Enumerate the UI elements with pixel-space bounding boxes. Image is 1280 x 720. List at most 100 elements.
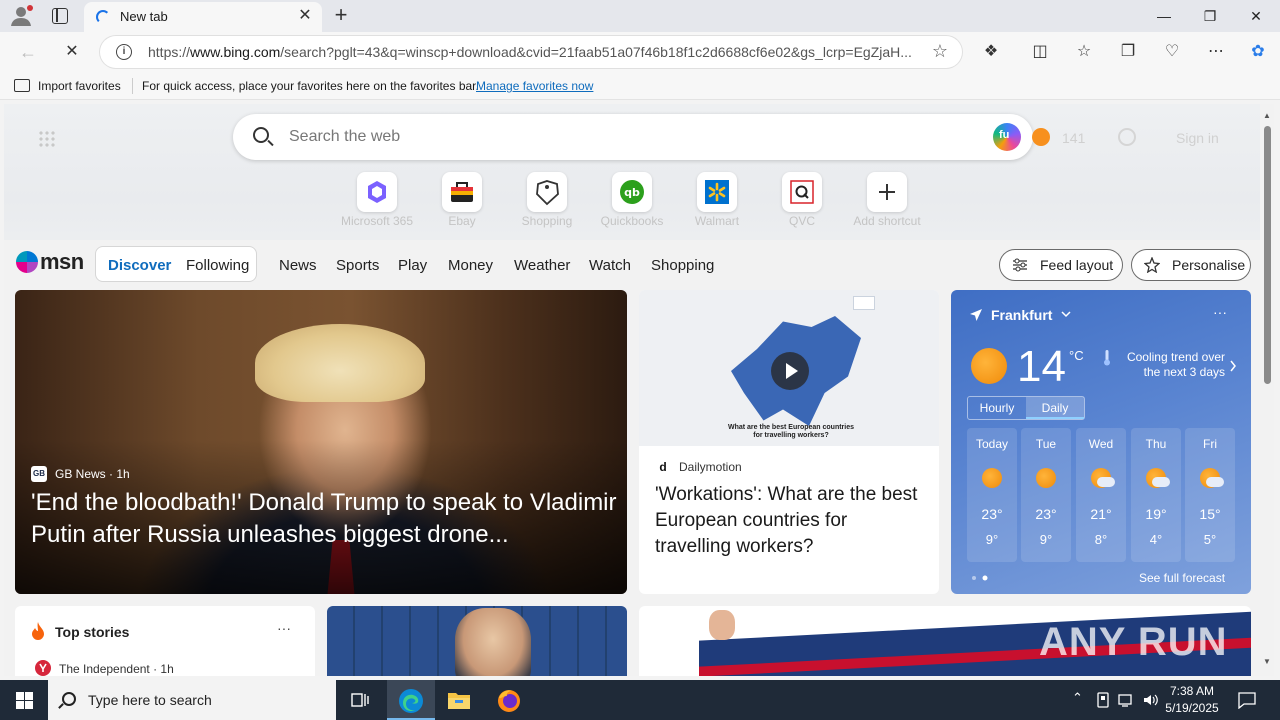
copilot-icon[interactable]: ✿ [1246,41,1270,63]
copilot-search-icon[interactable] [993,123,1021,151]
forecast-day[interactable]: Today 23° 9° [967,428,1017,562]
address-url[interactable]: https://www.bing.com/search?pglt=43&q=wi… [148,44,918,60]
close-window-button[interactable]: ✕ [1233,0,1279,32]
chevron-right-icon[interactable] [1229,360,1237,372]
show-hidden-icons-chevron-icon[interactable]: ⌃ [1072,690,1083,706]
play-icon[interactable] [771,352,809,390]
tab-actions-icon[interactable] [52,8,68,24]
temperature-unit[interactable]: °C [1069,348,1084,363]
start-button[interactable] [0,680,48,720]
taskbar-file-explorer-button[interactable] [435,680,483,720]
tab-discover[interactable]: Discover [108,257,171,274]
network-icon[interactable] [1118,692,1134,708]
shortcut-qvc[interactable]: QVC [762,172,842,238]
tab-new-tab[interactable]: New tab ✕ [84,2,322,32]
weather-card[interactable]: Frankfurt ··· 14 °C Cooling trend over t… [951,290,1251,594]
weather-location[interactable]: Frankfurt [991,307,1052,323]
stop-loading-button[interactable]: ✕ [58,38,86,66]
favorites-divider [132,78,133,94]
favorite-star-icon[interactable]: ☆ [932,41,948,62]
video-story-card[interactable]: What are the best European countries for… [639,290,939,594]
extensions-icon[interactable]: ❖ [979,41,1003,63]
manage-favorites-link[interactable]: Manage favorites now [476,79,593,93]
tab-daily[interactable]: Daily [1026,397,1084,419]
search-input[interactable]: Search the web [289,128,400,146]
taskbar-firefox-button[interactable] [485,680,533,720]
shortcut-quickbooks[interactable]: qb Quickbooks [592,172,672,238]
web-search-box[interactable]: Search the web [233,114,1033,160]
lead-story-card[interactable]: GB GB News · 1h 'End the bloodbath!' Don… [15,290,627,594]
settings-more-icon[interactable]: ⋯ [1204,41,1228,63]
day-low: 9° [1039,532,1053,547]
url-path: /search?pglt=43&q=winscp+download&cvid=2… [280,44,912,60]
rewards-points[interactable]: 141 [1062,130,1085,146]
task-view-button[interactable] [336,680,384,720]
minimize-button[interactable]: — [1141,0,1187,32]
collections-icon[interactable]: ❐ [1116,41,1140,63]
apps-launcher-icon[interactable] [38,130,56,148]
story-source[interactable]: The Independent · 1h [59,662,174,676]
see-full-forecast-link[interactable]: See full forecast [1139,571,1225,585]
back-button[interactable]: ← [14,38,42,66]
tab-close-button[interactable]: ✕ [296,7,314,25]
scroll-up-arrow-icon[interactable]: ▲ [1261,110,1273,122]
search-icon [62,692,76,706]
flag-story-card[interactable]: ANY RUN [639,606,1251,676]
split-screen-icon[interactable]: ◫ [1028,41,1052,63]
nav-link-news[interactable]: News [279,257,317,274]
import-favorites-button[interactable]: Import favorites [38,79,121,93]
scroll-thumb[interactable] [1264,126,1271,384]
nav-link-money[interactable]: Money [448,257,493,274]
forecast-day[interactable]: Thu 19° 4° [1131,428,1181,562]
shortcut-shopping[interactable]: Shopping [507,172,587,238]
forecast-day[interactable]: Tue 23° 9° [1021,428,1071,562]
nav-link-play[interactable]: Play [398,257,427,274]
weather-more-button[interactable]: ··· [1213,304,1227,320]
restore-button[interactable]: ❐ [1187,0,1233,32]
carousel-dots[interactable] [971,574,991,582]
nav-link-shopping[interactable]: Shopping [651,257,714,274]
page-scrollbar[interactable]: ▲ ▼ [1260,104,1274,676]
solar-story-card[interactable] [327,606,627,676]
import-favorites-icon[interactable] [14,79,30,92]
device-icon[interactable] [1096,692,1110,708]
rewards-icon[interactable] [1032,128,1050,146]
scroll-down-arrow-icon[interactable]: ▼ [1261,656,1273,668]
favorites-icon[interactable]: ☆ [1072,41,1096,63]
tab-following[interactable]: Following [186,257,249,274]
shortcut-walmart[interactable]: Walmart [677,172,757,238]
thermometer-icon [1104,350,1110,366]
taskbar-search-input[interactable]: Type here to search [88,692,212,708]
notifications-icon[interactable] [1238,691,1256,709]
story-image-detail [709,610,735,640]
site-info-icon[interactable]: i [116,44,132,60]
top-stories-more-button[interactable]: ··· [277,620,291,636]
taskbar-clock[interactable]: 7:38 AM 5/19/2025 [1156,683,1228,717]
browser-essentials-icon[interactable]: ♡ [1160,41,1184,63]
feed-layout-label: Feed layout [1040,257,1114,273]
add-shortcut-button[interactable]: Add shortcut [847,172,927,238]
new-tab-button[interactable]: + [330,4,352,26]
address-bar[interactable]: i https://www.bing.com/search?pglt=43&q=… [100,36,962,68]
nav-link-weather[interactable]: Weather [514,257,570,274]
shortcut-microsoft-365[interactable]: Microsoft 365 [337,172,417,238]
personalise-button[interactable]: Personalise [1131,249,1251,281]
video-story-title[interactable]: 'Workations': What are the best European… [655,482,927,560]
video-caption: What are the best European countries for… [727,424,855,439]
taskbar-edge-button[interactable] [387,680,435,720]
nav-link-watch[interactable]: Watch [589,257,631,274]
sign-in-button[interactable]: Sign in [1176,130,1219,146]
forecast-day[interactable]: Wed 21° 8° [1076,428,1126,562]
weather-trend: Cooling trend over the next 3 days [1126,350,1225,379]
chevron-down-icon[interactable] [1061,311,1071,319]
lead-story-title[interactable]: 'End the bloodbath!' Donald Trump to spe… [31,487,621,551]
lead-story-image [255,324,425,402]
feed-layout-button[interactable]: Feed layout [999,249,1123,281]
forecast-day[interactable]: Fri 15° 5° [1185,428,1235,562]
nav-link-sports[interactable]: Sports [336,257,379,274]
page-settings-gear-icon[interactable] [1118,128,1136,146]
shortcut-ebay[interactable]: Ebay [422,172,502,238]
taskbar-search-box[interactable]: Type here to search [48,680,336,720]
tab-hourly[interactable]: Hourly [968,397,1026,419]
msn-logo[interactable]: msn [16,249,84,275]
